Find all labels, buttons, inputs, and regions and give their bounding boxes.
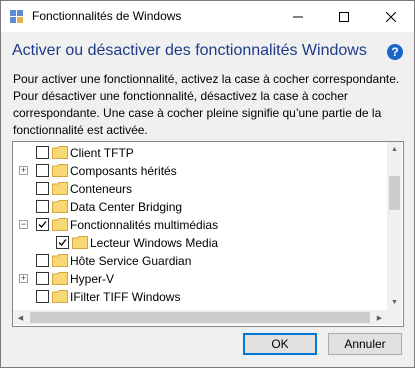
feature-label: Fonctionnalités multimédias [70, 218, 219, 232]
features-dialog: Fonctionnalités de Windows Activer ou dé… [0, 0, 415, 368]
scroll-up-icon[interactable]: ▲ [387, 142, 402, 157]
scroll-left-icon[interactable]: ◀ [13, 310, 28, 325]
description-text: Pour activer une fonctionnalité, activez… [13, 72, 400, 137]
minimize-button[interactable] [275, 1, 321, 32]
horizontal-scrollbar[interactable]: ◀ ▶ [13, 310, 387, 325]
feature-row[interactable]: Data Center Bridging [13, 198, 385, 216]
collapse-icon[interactable]: − [19, 220, 28, 229]
feature-checkbox[interactable] [36, 182, 49, 195]
feature-label: IFilter TIFF Windows [70, 290, 181, 304]
feature-row[interactable]: IFilter TIFF Windows [13, 288, 385, 306]
scroll-down-icon[interactable]: ▼ [387, 295, 402, 310]
title-bar[interactable]: Fonctionnalités de Windows [1, 1, 414, 32]
expand-icon[interactable]: + [19, 166, 28, 175]
maximize-icon [339, 11, 349, 22]
minimize-icon [293, 16, 303, 17]
scroll-right-icon[interactable]: ▶ [372, 310, 387, 325]
maximize-button[interactable] [321, 1, 367, 32]
feature-checkbox[interactable] [36, 164, 49, 177]
feature-row[interactable]: + Composants hérités [13, 162, 385, 180]
feature-checkbox[interactable] [36, 272, 49, 285]
scrollbar-corner [387, 310, 402, 325]
window-title: Fonctionnalités de Windows [32, 9, 182, 23]
folder-icon [52, 254, 68, 267]
folder-icon [72, 236, 88, 249]
vertical-scroll-thumb[interactable] [389, 176, 400, 210]
windows-features-icon [10, 10, 23, 23]
feature-checkbox[interactable] [36, 218, 49, 231]
feature-checkbox[interactable] [36, 290, 49, 303]
feature-label: Conteneurs [70, 182, 133, 196]
feature-row[interactable]: − Fonctionnalités multimédias [13, 216, 385, 234]
folder-icon [52, 164, 68, 177]
feature-label: Data Center Bridging [70, 200, 183, 214]
feature-label: Composants hérités [70, 164, 177, 178]
feature-row[interactable]: Conteneurs [13, 180, 385, 198]
ok-button[interactable]: OK [243, 333, 317, 355]
folder-icon [52, 200, 68, 213]
checkmark-icon [38, 221, 47, 228]
vertical-scrollbar[interactable]: ▲ ▼ [387, 142, 402, 310]
folder-icon [52, 182, 68, 195]
page-title: Activer ou désactiver des fonctionnalité… [12, 42, 367, 59]
expand-icon[interactable]: + [19, 274, 28, 283]
feature-row[interactable]: Lecteur Windows Media [13, 234, 385, 252]
feature-checkbox[interactable] [36, 146, 49, 159]
feature-checkbox[interactable] [56, 236, 69, 249]
folder-icon [52, 218, 68, 231]
folder-icon [52, 290, 68, 303]
feature-checkbox[interactable] [36, 200, 49, 213]
help-icon[interactable]: ? [387, 44, 403, 60]
features-tree[interactable]: Client TFTP + Composants hérités Conteneurs… [12, 141, 404, 327]
feature-label: Hôte Service Guardian [70, 254, 192, 268]
close-button[interactable] [368, 1, 414, 32]
feature-row[interactable]: Client TFTP [13, 144, 385, 162]
folder-icon [52, 272, 68, 285]
close-icon [386, 11, 396, 22]
feature-label: Hyper-V [70, 272, 115, 286]
feature-label: Lecteur Windows Media [90, 236, 219, 250]
feature-label: Client TFTP [70, 146, 134, 160]
cancel-button[interactable]: Annuler [328, 333, 402, 355]
feature-row[interactable]: + Hyper-V [13, 270, 385, 288]
folder-icon [52, 146, 68, 159]
checkmark-icon [58, 239, 67, 246]
feature-checkbox[interactable] [36, 254, 49, 267]
horizontal-scroll-thumb[interactable] [30, 312, 370, 323]
feature-row[interactable]: Hôte Service Guardian [13, 252, 385, 270]
